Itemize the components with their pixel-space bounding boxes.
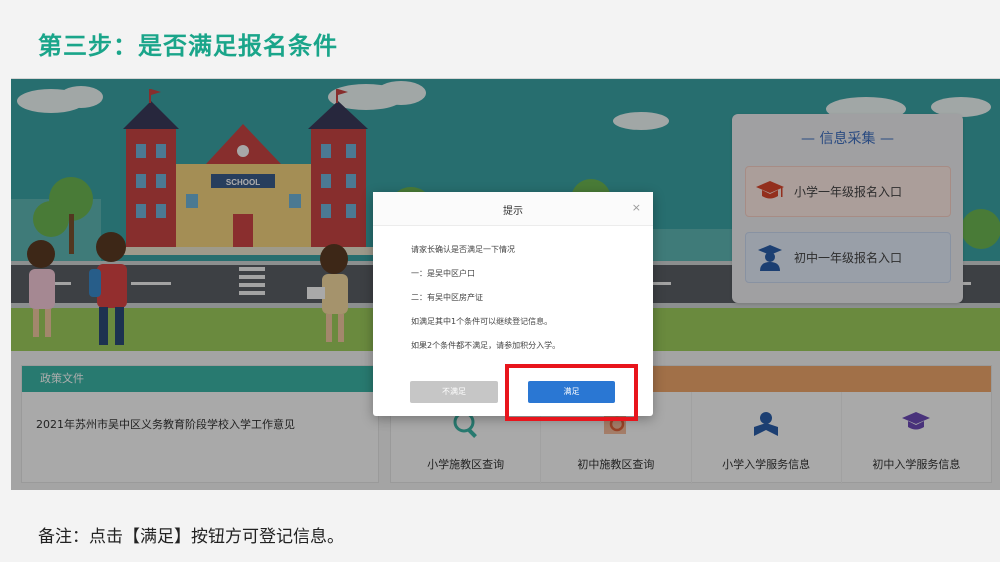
slide-note: 备注：点击【满足】按钮方可登记信息。 <box>38 527 344 547</box>
dialog-line: 如果2个条件都不满足，请参加积分入学。 <box>411 341 561 350</box>
dialog-line: 请家长确认是否满足一下情况 <box>411 245 515 254</box>
highlight-box <box>505 364 638 421</box>
slide-title: 第三步：是否满足报名条件 <box>38 32 338 60</box>
dialog-line: 一：是吴中区户口 <box>411 269 475 278</box>
app-screenshot: SCHOOL — 信息采集 — 小学一年级报名入口 初中一年级报名入口 政策文件… <box>11 78 1000 490</box>
reject-button[interactable]: 不满足 <box>410 381 498 403</box>
dialog-line: 二：有吴中区房产证 <box>411 293 483 302</box>
dialog-title: 提示 <box>503 206 523 217</box>
dialog-body: 请家长确认是否满足一下情况 一：是吴中区户口 二：有吴中区房产证 如满足其中1个… <box>373 226 653 365</box>
close-icon[interactable]: × <box>632 201 641 214</box>
dialog-header: 提示 × <box>373 192 653 226</box>
dialog-line: 如满足其中1个条件可以继续登记信息。 <box>411 317 553 326</box>
